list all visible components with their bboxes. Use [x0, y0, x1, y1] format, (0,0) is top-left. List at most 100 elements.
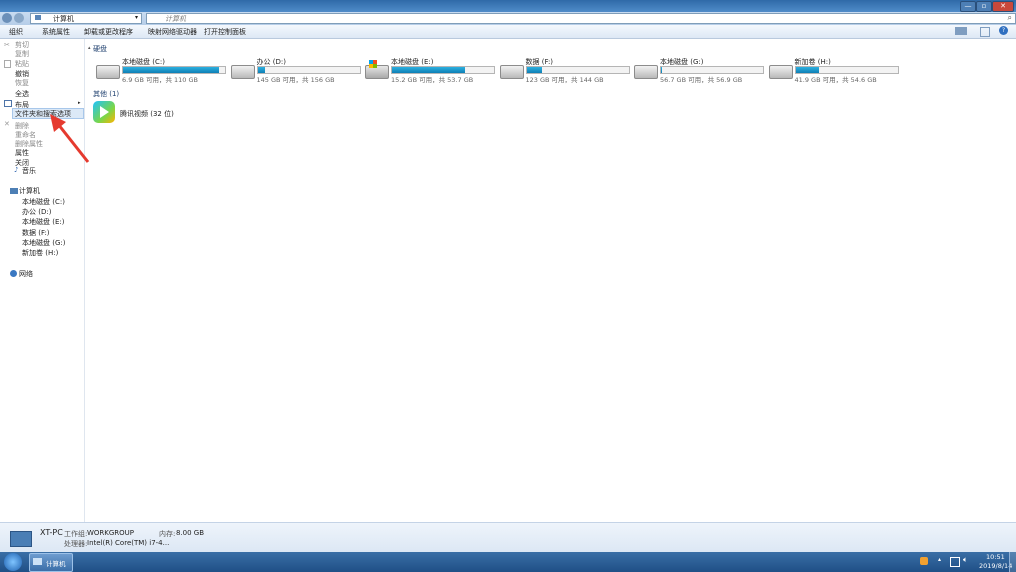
hard-drive-icon: [230, 65, 255, 79]
drive-tile-g[interactable]: 本地磁盘 (G:) 56.7 GB 可用，共 56.9 GB: [634, 57, 774, 87]
drive-size: 15.2 GB 可用，共 53.7 GB: [391, 76, 474, 84]
taskbar-explorer-button[interactable]: 计算机: [29, 553, 73, 572]
tray-overflow-icon[interactable]: ▴: [938, 556, 941, 563]
address-path: 计算机: [53, 15, 74, 23]
network-icon: [10, 270, 17, 277]
taskbar: 计算机 ▴ 🔈︎ 10:51 2019/8/14: [0, 552, 1016, 572]
nav-item-drive-f[interactable]: 数据 (F:): [22, 228, 50, 238]
play-icon: [100, 106, 109, 118]
drive-size: 6.9 GB 可用，共 110 GB: [122, 76, 199, 84]
drive-size: 41.9 GB 可用，共 54.6 GB: [794, 76, 877, 84]
chevron-down-icon[interactable]: ▾: [135, 14, 138, 21]
pc-icon: [10, 531, 32, 547]
computer-icon: [10, 188, 18, 194]
drive-size: 56.7 GB 可用，共 56.9 GB: [660, 76, 743, 84]
drive-usage-fill: [795, 67, 819, 73]
windows-logo-icon: [369, 60, 377, 68]
nav-item-computer[interactable]: 计算机: [19, 186, 40, 196]
hard-drive-icon: [96, 65, 120, 79]
clock-time[interactable]: 10:51: [986, 553, 1005, 561]
nav-item-music[interactable]: 音乐: [22, 166, 36, 176]
nav-item-network[interactable]: 网络: [19, 269, 33, 279]
drive-tile-c[interactable]: 本地磁盘 (C:) 6.9 GB 可用，共 110 GB: [96, 57, 236, 87]
menu-item-select-all[interactable]: 全选: [15, 89, 29, 99]
hard-drive-icon: [499, 65, 524, 79]
hard-drive-icon: [365, 60, 389, 79]
taskbar-task-label: 计算机: [46, 560, 66, 568]
menu-item-redo[interactable]: 恢复: [15, 78, 29, 88]
map-network-drive-button[interactable]: 映射网络驱动器: [148, 27, 197, 37]
workgroup-label: 工作组:: [64, 530, 88, 538]
drive-usage-bar: [660, 66, 764, 74]
group-header-other[interactable]: 其他 (1): [93, 89, 119, 99]
maximize-button[interactable]: ▫: [976, 1, 992, 12]
paste-icon: [4, 60, 11, 68]
red-arrow-annotation: [50, 114, 90, 163]
hard-drive-icon: [634, 65, 658, 79]
pc-name: XT-PC: [40, 528, 63, 537]
help-icon[interactable]: ?: [999, 26, 1008, 35]
cut-icon: ✂: [4, 41, 10, 49]
nav-item-drive-e[interactable]: 本地磁盘 (E:): [22, 217, 64, 227]
computer-icon: [33, 558, 42, 565]
close-button[interactable]: ✕: [992, 1, 1014, 12]
drive-usage-fill: [526, 67, 542, 73]
drive-usage-fill: [661, 67, 663, 73]
show-desktop-button[interactable]: [1009, 552, 1016, 572]
nav-item-drive-d[interactable]: 办公 (D:): [22, 207, 51, 217]
drive-size: 145 GB 可用，共 156 GB: [256, 76, 335, 84]
menu-item-copy[interactable]: 复制: [15, 49, 29, 59]
nav-item-drive-h[interactable]: 新加卷 (H:): [22, 248, 58, 258]
network-status-icon[interactable]: [950, 557, 960, 567]
title-bar: — ▫ ✕: [0, 0, 1016, 12]
drive-usage-fill: [392, 67, 466, 73]
layout-icon: [4, 100, 12, 107]
address-bar[interactable]: 计算机 ▾: [30, 13, 142, 24]
drive-tile-d[interactable]: 办公 (D:) 145 GB 可用，共 156 GB: [230, 57, 371, 87]
delete-icon: ✕: [4, 120, 10, 128]
computer-icon: [35, 15, 41, 20]
drive-usage-fill: [123, 67, 219, 73]
chevron-down-icon[interactable]: ▴: [88, 45, 91, 51]
details-pane: XT-PC 工作组: WORKGROUP 内存: 8.00 GB 处理器: In…: [0, 522, 1016, 553]
view-options-icon[interactable]: [955, 27, 967, 35]
search-input[interactable]: 计算机 ⌕: [146, 13, 1016, 24]
open-control-panel-button[interactable]: 打开控制面板: [204, 27, 246, 37]
drive-tile-e[interactable]: 本地磁盘 (E:) 15.2 GB 可用，共 53.7 GB: [365, 57, 505, 87]
submenu-arrow-icon: ▸: [78, 100, 81, 106]
volume-icon[interactable]: 🔈︎: [963, 555, 968, 565]
nav-item-drive-c[interactable]: 本地磁盘 (C:): [22, 197, 65, 207]
search-placeholder: 计算机: [165, 15, 186, 23]
workgroup-value: WORKGROUP: [87, 529, 135, 537]
drive-tile-h[interactable]: 新加卷 (H:) 41.9 GB 可用，共 54.6 GB: [768, 57, 909, 87]
menu-item-paste[interactable]: 粘贴: [15, 59, 29, 69]
minimize-button[interactable]: —: [960, 1, 976, 12]
drive-usage-bar: [256, 66, 361, 74]
cpu-label: 处理器:: [64, 540, 88, 548]
organize-menu[interactable]: 组织: [9, 27, 23, 37]
nav-item-drive-g[interactable]: 本地磁盘 (G:): [22, 238, 65, 248]
group-header-drives[interactable]: 硬盘: [93, 44, 107, 54]
system-properties-button[interactable]: 系统属性: [42, 27, 70, 37]
uninstall-program-button[interactable]: 卸载或更改程序: [84, 27, 133, 37]
forward-button[interactable]: [14, 13, 24, 23]
drive-tile-f[interactable]: 数据 (F:) 123 GB 可用，共 144 GB: [499, 57, 640, 87]
drive-size: 123 GB 可用，共 144 GB: [525, 76, 604, 84]
menu-item-properties[interactable]: 属性: [15, 148, 29, 158]
preview-pane-icon[interactable]: [980, 27, 990, 37]
search-icon[interactable]: ⌕: [1008, 13, 1012, 23]
other-list-item[interactable]: 腾讯视频 (32 位): [93, 99, 193, 125]
drive-usage-bar: [391, 66, 495, 74]
drive-usage-bar: [525, 66, 630, 74]
other-item-label: 腾讯视频 (32 位): [120, 110, 174, 118]
drive-usage-bar: [794, 66, 899, 74]
clock-date[interactable]: 2019/8/14: [979, 562, 1012, 570]
memory-label: 内存:: [159, 530, 176, 538]
drive-usage-bar: [122, 66, 226, 74]
memory-value: 8.00 GB: [176, 529, 205, 537]
tray-app-icon[interactable]: [920, 557, 928, 565]
start-button[interactable]: [4, 553, 22, 571]
back-button[interactable]: [2, 13, 12, 23]
command-bar: 组织 系统属性 卸载或更改程序 映射网络驱动器 打开控制面板 ?: [0, 25, 1016, 39]
music-icon: ♪: [14, 166, 19, 174]
